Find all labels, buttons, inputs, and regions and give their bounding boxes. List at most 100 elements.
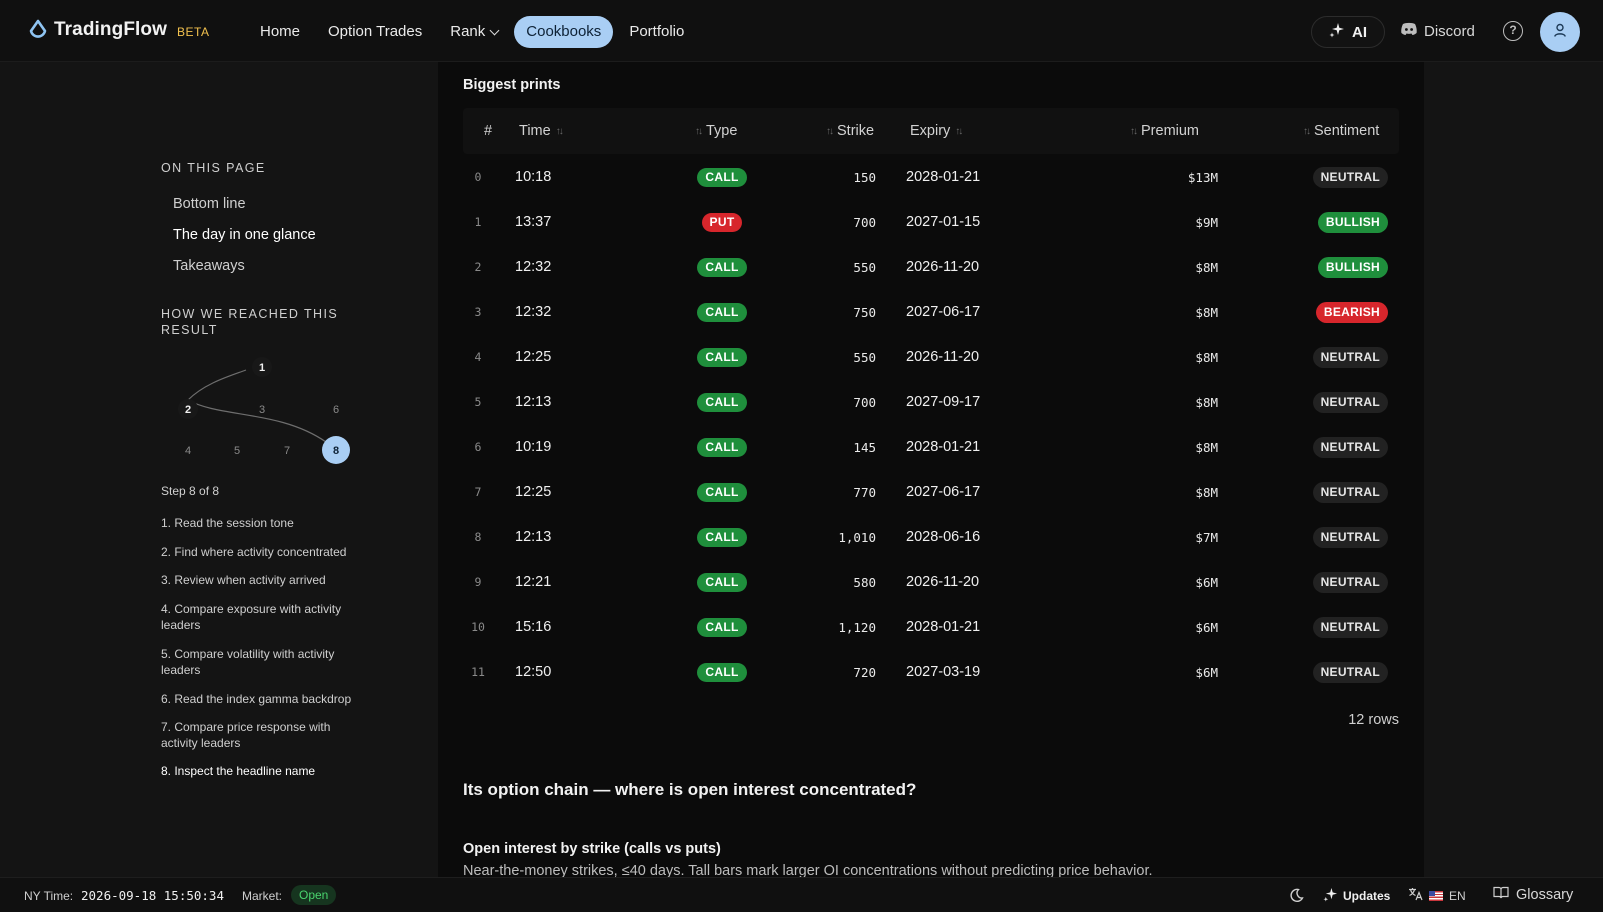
col-sentiment[interactable]: ↑↓ Sentiment	[1303, 123, 1379, 139]
row-type: PUT	[699, 200, 745, 245]
nav-portfolio[interactable]: Portfolio	[617, 16, 696, 48]
nav-option-trades[interactable]: Option Trades	[316, 16, 434, 48]
row-type: CALL	[697, 380, 747, 425]
row-time: 12:21	[515, 574, 552, 590]
top-bar: TradingFlow BETA Home Option Trades Rank…	[0, 0, 1603, 62]
graph-node-4[interactable]: 4	[185, 445, 191, 457]
table-row[interactable]: 5 12:13 CALL 700 2027-09-17 $8M NEUTRAL	[463, 380, 1399, 425]
row-strike: 145	[853, 440, 876, 455]
updates-button[interactable]: Updates	[1323, 887, 1390, 905]
row-strike: 1,010	[838, 530, 876, 545]
help-icon[interactable]: ?	[1503, 21, 1523, 41]
row-premium: $6M	[1195, 575, 1218, 590]
us-flag-icon	[1429, 890, 1443, 901]
row-premium: $13M	[1187, 170, 1218, 185]
table-row[interactable]: 3 12:32 CALL 750 2027-06-17 $8M BEARISH	[463, 290, 1399, 335]
how-heading: HOW WE REACHED THIS RESULT	[161, 307, 339, 337]
step-item-4[interactable]: 4. Compare exposure with activity leader…	[161, 601, 361, 633]
moon-icon[interactable]	[1289, 888, 1304, 908]
row-count: 12 rows	[1348, 712, 1399, 728]
row-index: 0	[474, 170, 482, 184]
row-premium: $8M	[1195, 395, 1218, 410]
toc-item-takeaways[interactable]: Takeaways	[173, 258, 245, 274]
glossary-button[interactable]: Glossary	[1493, 886, 1573, 903]
graph-node-6[interactable]: 6	[333, 404, 339, 416]
discord-icon	[1400, 22, 1418, 40]
graph-node-8[interactable]: 8	[322, 436, 350, 464]
col-expiry[interactable]: Expiry ↑↓	[910, 123, 963, 139]
step-item-3[interactable]: 3. Review when activity arrived	[161, 572, 361, 588]
row-index: 3	[474, 305, 482, 319]
step-item-7[interactable]: 7. Compare price response with activity …	[161, 719, 361, 751]
language-label: EN	[1449, 888, 1466, 903]
svg-text:5: 5	[234, 445, 240, 457]
row-expiry: 2028-06-16	[906, 529, 981, 545]
row-premium: $7M	[1195, 530, 1218, 545]
table-row[interactable]: 2 12:32 CALL 550 2026-11-20 $8M BULLISH	[463, 245, 1399, 290]
row-time: 12:13	[515, 529, 552, 545]
sort-icon: ↑↓	[555, 125, 564, 137]
row-premium: $9M	[1195, 215, 1218, 230]
row-sentiment: NEUTRAL	[1282, 380, 1388, 425]
row-time: 12:32	[515, 259, 552, 275]
svg-text:7: 7	[284, 445, 290, 457]
row-strike: 150	[853, 170, 876, 185]
row-premium: $8M	[1195, 305, 1218, 320]
step-item-5[interactable]: 5. Compare volatility with activity lead…	[161, 646, 361, 678]
step-item-8[interactable]: 8. Inspect the headline name	[161, 763, 361, 779]
avatar[interactable]	[1540, 12, 1580, 52]
col-time[interactable]: Time ↑↓	[519, 123, 564, 139]
graph-node-2[interactable]: 2	[178, 399, 198, 419]
nav-cookbooks[interactable]: Cookbooks	[514, 16, 614, 48]
biggest-prints-title: Biggest prints	[463, 77, 561, 93]
step-item-1[interactable]: 1. Read the session tone	[161, 515, 361, 531]
col-premium[interactable]: ↑↓ Premium	[1130, 123, 1199, 139]
table-row[interactable]: 4 12:25 CALL 550 2026-11-20 $8M NEUTRAL	[463, 335, 1399, 380]
table-row[interactable]: 11 12:50 CALL 720 2027-03-19 $6M NEUTRAL	[463, 650, 1399, 695]
row-strike: 1,120	[838, 620, 876, 635]
step-item-6[interactable]: 6. Read the index gamma backdrop	[161, 691, 361, 707]
col-strike[interactable]: ↑↓ Strike	[826, 123, 874, 139]
step-item-2[interactable]: 2. Find where activity concentrated	[161, 544, 361, 560]
row-index: 7	[474, 485, 482, 499]
table-row[interactable]: 7 12:25 CALL 770 2027-06-17 $8M NEUTRAL	[463, 470, 1399, 515]
svg-text:3: 3	[259, 404, 265, 416]
row-expiry: 2027-09-17	[906, 394, 981, 410]
table-row[interactable]: 1 13:37 PUT 700 2027-01-15 $9M BULLISH	[463, 200, 1399, 245]
table-row[interactable]: 6 10:19 CALL 145 2028-01-21 $8M NEUTRAL	[463, 425, 1399, 470]
row-sentiment: NEUTRAL	[1282, 650, 1388, 695]
toc-item-day-glance[interactable]: The day in one glance	[173, 227, 316, 243]
graph-node-1[interactable]: 1	[252, 357, 272, 377]
row-time: 12:50	[515, 664, 552, 680]
sentiment-badge: BULLISH	[1317, 257, 1388, 278]
row-premium: $6M	[1195, 665, 1218, 680]
svg-text:8: 8	[333, 445, 339, 457]
ai-button[interactable]: AI	[1311, 16, 1385, 48]
type-badge: CALL	[697, 438, 747, 457]
option-chain-title: Its option chain — where is open interes…	[463, 780, 917, 799]
discord-link[interactable]: Discord	[1400, 22, 1475, 40]
row-expiry: 2027-01-15	[906, 214, 981, 230]
table-row[interactable]: 10 15:16 CALL 1,120 2028-01-21 $6M NEUTRAL	[463, 605, 1399, 650]
graph-node-5[interactable]: 5	[234, 445, 240, 457]
nav-home[interactable]: Home	[248, 16, 312, 48]
logo[interactable]: TradingFlow	[28, 19, 167, 41]
nav-rank[interactable]: Rank	[438, 16, 510, 48]
graph-node-3[interactable]: 3	[259, 404, 265, 416]
row-type: CALL	[697, 425, 747, 470]
row-index: 1	[474, 215, 482, 229]
row-type: CALL	[697, 470, 747, 515]
row-strike: 550	[853, 260, 876, 275]
sort-icon: ↑↓	[695, 125, 703, 137]
table-row[interactable]: 9 12:21 CALL 580 2026-11-20 $6M NEUTRAL	[463, 560, 1399, 605]
row-sentiment: NEUTRAL	[1282, 515, 1388, 560]
row-index: 9	[474, 575, 482, 589]
table-row[interactable]: 0 10:18 CALL 150 2028-01-21 $13M NEUTRAL	[463, 155, 1399, 200]
col-type[interactable]: ↑↓ Type	[695, 123, 737, 139]
sparkle-icon	[1323, 887, 1338, 905]
graph-node-7[interactable]: 7	[284, 445, 290, 457]
logo-text: TradingFlow	[54, 19, 167, 40]
table-row[interactable]: 8 12:13 CALL 1,010 2028-06-16 $7M NEUTRAL	[463, 515, 1399, 560]
language-selector[interactable]: EN	[1408, 887, 1466, 904]
toc-item-bottom-line[interactable]: Bottom line	[173, 196, 246, 212]
